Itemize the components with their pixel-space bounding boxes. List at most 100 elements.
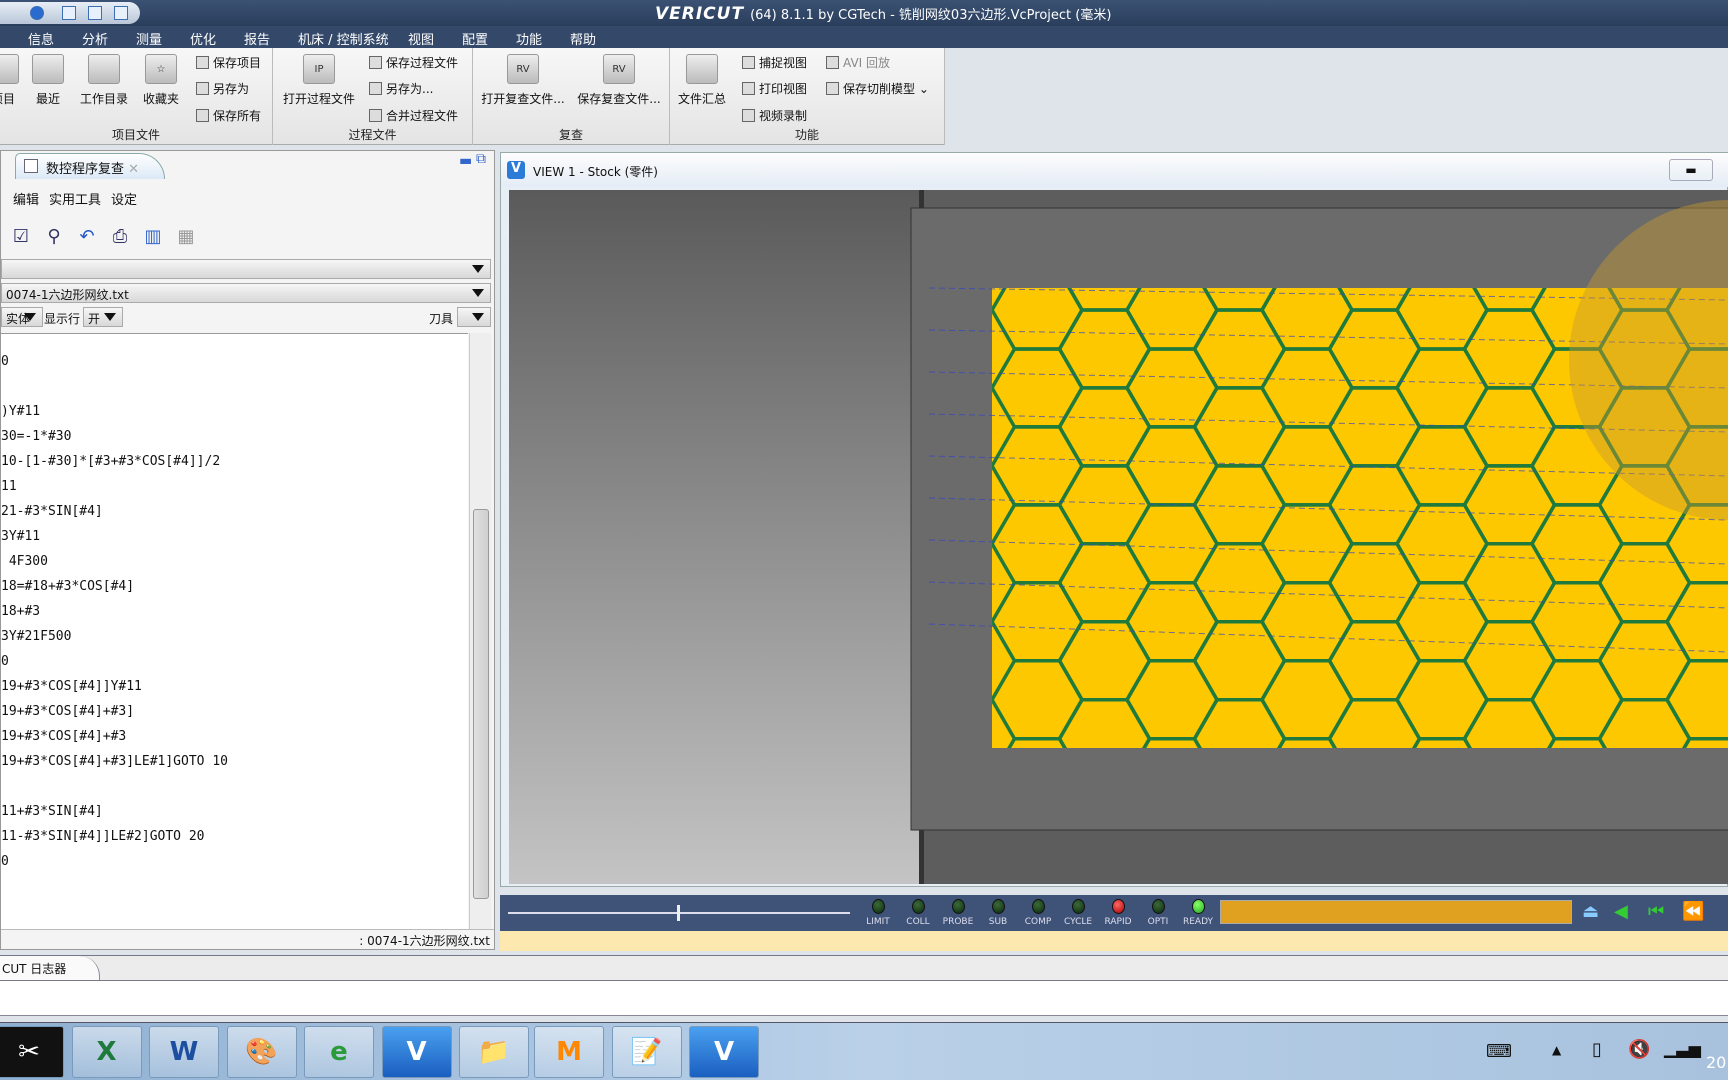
avi-playback-button[interactable]: AVI 回放 — [826, 54, 890, 71]
code-line[interactable]: 18+#3 — [1, 604, 40, 629]
reset-icon[interactable]: ⏏ — [1582, 901, 1599, 922]
printer-icon[interactable]: ⎙ — [108, 225, 132, 249]
workdir-button[interactable]: 工作目录 — [78, 54, 130, 107]
menu-utilities[interactable]: 实用工具 — [49, 193, 101, 208]
mode-dropdown[interactable]: 实体 — [1, 307, 43, 327]
code-line[interactable]: 4F300 — [1, 554, 48, 579]
code-line[interactable]: 19+#3*COS[#4]+#3]LE#1]GOTO 10 — [1, 754, 228, 779]
menu-function[interactable]: 功能 — [516, 29, 542, 48]
menu-info[interactable]: 信息 — [28, 29, 54, 48]
save-all-button[interactable]: 保存所有 — [196, 107, 261, 124]
battery-icon[interactable]: ▯ — [1592, 1039, 1602, 1060]
save-review-button[interactable]: RV 保存复查文件... — [577, 54, 661, 107]
keyboard-icon[interactable]: ⌨ — [1486, 1041, 1512, 1062]
rewind-icon[interactable]: ⏪ — [1682, 901, 1704, 922]
file-dropdown[interactable]: 0074-1六边形网纹.txt — [1, 283, 491, 303]
binoculars-icon[interactable]: ⚲ — [42, 225, 66, 249]
scrollbar-thumb[interactable] — [473, 509, 489, 899]
tool-dropdown[interactable] — [457, 307, 491, 327]
menu-report[interactable]: 报告 — [244, 29, 270, 48]
close-icon[interactable]: ✕ — [128, 162, 139, 177]
info-icon[interactable] — [30, 6, 44, 20]
open-process-button[interactable]: IP 打开过程文件 — [281, 54, 357, 107]
tab-nc-review[interactable]: 数控程序复查 ✕ — [15, 153, 165, 179]
save-as-button[interactable]: 另存为 — [196, 80, 249, 97]
minimize-view-button[interactable]: ▬ — [1669, 159, 1713, 181]
save-as-icon — [369, 82, 382, 95]
menu-view[interactable]: 视图 — [408, 29, 434, 48]
excel-icon[interactable]: X — [71, 1026, 142, 1078]
ie-icon[interactable]: e — [304, 1026, 374, 1078]
layout-single-icon[interactable] — [62, 6, 76, 20]
word-icon[interactable]: W — [149, 1026, 219, 1078]
video-record-button[interactable]: 视频录制 — [742, 107, 807, 124]
layout-stack-icon[interactable] — [114, 6, 128, 20]
save-process-button[interactable]: 保存过程文件 — [369, 54, 458, 71]
step-back-icon[interactable]: ◀ — [1614, 901, 1628, 922]
recent-button[interactable]: 最近 — [30, 54, 66, 107]
code-line[interactable]: 11+#3*SIN[#4] — [1, 804, 103, 829]
nc-check-icon[interactable]: ☑ — [9, 225, 33, 249]
vericut-icon[interactable]: V — [381, 1026, 452, 1078]
code-line[interactable]: 21-#3*SIN[#4] — [1, 504, 103, 529]
nc-code-view[interactable]: 0 )Y#11 30=-1*#30 10-[1-#30]*[#3+#3*COS[#4]… — [1, 333, 468, 929]
code-line[interactable]: 18=#18+#3*COS[#4] — [1, 579, 134, 604]
print-view-button[interactable]: 打印视图 — [742, 80, 807, 97]
menu-config[interactable]: 配置 — [462, 29, 488, 48]
clock[interactable]: 20 — [1706, 1053, 1726, 1072]
save-cut-model-button[interactable]: 保存切削模型 ⌄ — [826, 80, 929, 97]
code-line[interactable]: 3Y#21F500 — [1, 629, 71, 654]
menu-analysis[interactable]: 分析 — [82, 29, 108, 48]
view-title: VIEW 1 - Stock (零件) — [533, 165, 658, 179]
explorer-icon[interactable]: 📁 — [459, 1026, 529, 1078]
code-line[interactable]: 3Y#11 — [1, 529, 40, 554]
speed-slider-handle[interactable] — [677, 905, 680, 921]
code-line[interactable]: )Y#11 — [1, 404, 40, 429]
menu-measure[interactable]: 测量 — [136, 29, 162, 48]
mastercam-icon[interactable]: M — [534, 1026, 604, 1078]
file-summary-button[interactable]: 文件汇总 — [676, 54, 728, 107]
menu-edit[interactable]: 编辑 — [13, 193, 39, 208]
open-review-button[interactable]: RV 打开复查文件... — [481, 54, 565, 107]
code-line[interactable]: 10-[1-#30]*[#3+#3*COS[#4]]/2 — [1, 454, 220, 479]
vericut-icon[interactable]: V — [689, 1026, 759, 1078]
detach-icon[interactable]: ⧉ — [476, 151, 486, 167]
notepad-icon[interactable]: 📝 — [611, 1026, 682, 1078]
program-dropdown[interactable] — [1, 259, 491, 279]
process-save-as-button[interactable]: 另存为... — [369, 80, 433, 97]
menu-help[interactable]: 帮助 — [570, 29, 596, 48]
code-line[interactable]: 11 — [1, 479, 17, 504]
volume-muted-icon[interactable]: 🔇 — [1628, 1039, 1650, 1060]
code-scrollbar[interactable] — [469, 333, 491, 929]
code-line[interactable]: 0 — [1, 854, 9, 879]
minimize-icon[interactable]: ▬ — [459, 153, 472, 169]
favorites-button[interactable]: ☆ 收藏夹 — [140, 54, 182, 107]
merge-process-button[interactable]: 合并过程文件 — [369, 107, 458, 124]
signal-icon[interactable]: ▁▃▅ — [1664, 1039, 1701, 1058]
menu-settings[interactable]: 设定 — [111, 193, 137, 208]
menu-machine-control[interactable]: 机床 / 控制系统 — [298, 29, 389, 48]
nc-disabled-icon[interactable]: ▦ — [174, 225, 198, 249]
tray-expand-icon[interactable]: ▲ — [1552, 1043, 1561, 1057]
code-line[interactable]: 11-#3*SIN[#4]]LE#2]GOTO 20 — [1, 829, 205, 854]
capcut-icon[interactable]: ✂ — [0, 1026, 64, 1078]
tab-log[interactable]: CUT 日志器 — [0, 956, 100, 980]
capture-view-button[interactable]: 捕捉视图 — [742, 54, 807, 71]
paint-icon[interactable]: 🎨 — [226, 1026, 297, 1078]
menu-optimize[interactable]: 优化 — [190, 29, 216, 48]
label: 最近 — [35, 92, 60, 106]
save-project-button[interactable]: 保存项目 — [196, 54, 261, 71]
code-line[interactable]: 19+#3*COS[#4]]Y#11 — [1, 679, 142, 704]
project-button[interactable]: 项目 — [0, 54, 20, 107]
code-line[interactable]: 19+#3*COS[#4]+#3 — [1, 729, 126, 754]
code-line[interactable]: 0 — [1, 654, 9, 679]
show-line-dropdown[interactable]: 开 — [83, 307, 123, 327]
code-line[interactable]: 19+#3*COS[#4]+#3] — [1, 704, 134, 729]
code-line[interactable]: 30=-1*#30 — [1, 429, 71, 454]
3d-viewport[interactable] — [509, 190, 1728, 884]
layout-split-icon[interactable] — [88, 6, 102, 20]
code-line[interactable]: 0 — [1, 354, 9, 379]
skip-start-icon[interactable]: ⏮ — [1648, 901, 1664, 922]
undo-icon[interactable]: ↶ — [75, 225, 99, 249]
split-view-icon[interactable]: ▥ — [141, 225, 165, 249]
